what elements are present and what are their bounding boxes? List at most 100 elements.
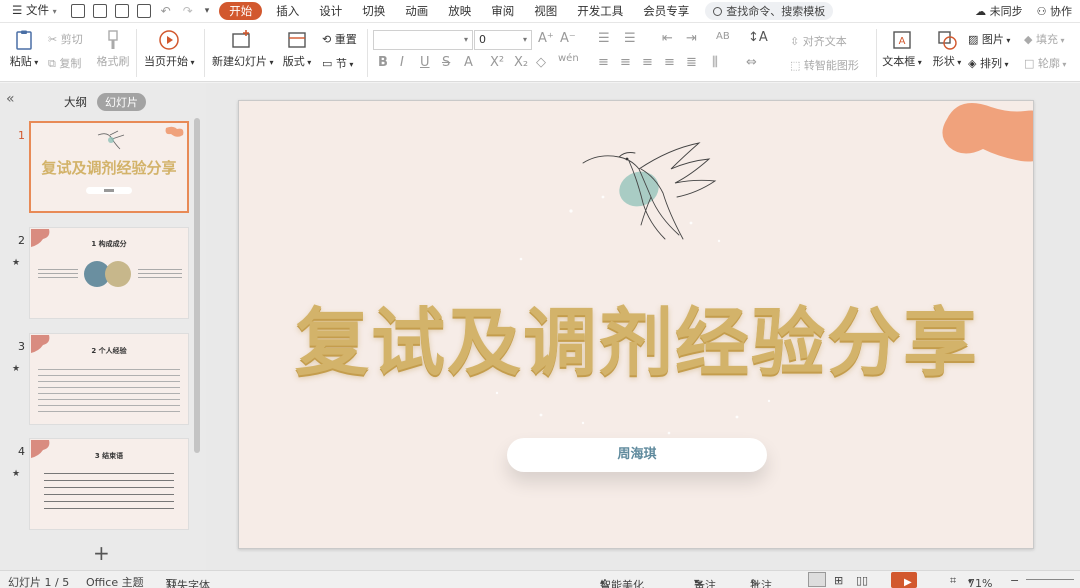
tab-design[interactable]: 设计 [309,0,352,22]
redo-icon[interactable]: ↷ [183,4,193,18]
char-spacing-icon[interactable]: ⇔ [746,55,757,70]
collab-button[interactable]: ⚇ 协作 [1037,3,1072,19]
columns-icon[interactable]: ⫼ [712,55,718,70]
line-spacing-icon[interactable]: ↕A [748,30,768,45]
export-icon[interactable] [92,4,107,18]
zoom-out-icon[interactable]: − [1010,574,1019,587]
indent-increase-icon[interactable]: ⇥ [686,31,697,46]
tab-developer[interactable]: 开发工具 [567,0,633,22]
picture-button[interactable]: ▨ 图片 ▾ [968,31,1010,47]
bullets-icon[interactable]: ☰ [598,31,610,46]
print-icon[interactable] [114,4,129,18]
tab-outline[interactable]: 大纲 [64,94,87,110]
tab-slides[interactable]: 幻灯片 [97,93,146,111]
slide-count: 幻灯片 1 / 5 [8,576,70,588]
customize-icon[interactable]: ▾ [205,6,210,16]
hamburger-icon: ☰ [12,3,26,17]
phonetic-icon[interactable]: wén [558,53,579,64]
bold-icon[interactable]: B [378,55,388,70]
grow-font-icon[interactable]: A⁺ [538,31,554,46]
clear-format-icon[interactable]: ◇ [536,55,546,70]
text-direction-icon[interactable]: AB [716,31,730,42]
search-icon [713,6,723,16]
slide-thumbnail-1[interactable]: 复试及调剂经验分享 [29,121,189,213]
smartart-button[interactable]: ⬚ 转智能图形 [790,57,859,73]
align-right-icon[interactable]: ≡ [642,55,653,70]
slide-title[interactable]: 复试及调剂经验分享 [239,283,1033,390]
align-left-icon[interactable]: ≡ [598,55,609,70]
shape-button[interactable]: 形状 ▾ [930,29,964,69]
print-preview-icon[interactable] [136,4,151,18]
shape-icon [938,31,957,50]
align-text-button[interactable]: ⇳ 对齐文本 [790,33,847,49]
panel-scrollbar[interactable] [194,118,200,453]
strikethrough-icon[interactable]: S [442,55,450,70]
thumb-title: 2 个人经验 [91,347,127,355]
font-color-icon[interactable]: A [464,55,473,70]
numbering-icon[interactable]: ☰ [624,31,636,46]
cut-button[interactable]: ✂ 剪切 [48,31,83,47]
underline-icon[interactable]: U [420,55,430,70]
divider [367,29,368,77]
thumb-title: 复试及调剂经验分享 [41,159,177,177]
slide-number: 3 [18,340,25,353]
animation-star-icon: ★ [12,469,21,479]
reading-view-icon[interactable]: ▯▯ [856,574,868,587]
fit-window-icon[interactable]: ⌗ [950,574,956,588]
subscript-icon[interactable]: X₂ [514,55,528,70]
reset-button[interactable]: ⟲ 重置 [322,31,357,47]
tab-transitions[interactable]: 切换 [352,0,395,22]
tab-home[interactable]: 开始 [219,2,263,20]
align-center-icon[interactable]: ≡ [620,55,631,70]
undo-icon[interactable]: ↶ [161,4,171,18]
textbox-icon: A [893,31,911,49]
tab-member[interactable]: 会员专享 [633,0,699,22]
divider [204,29,205,77]
tab-slideshow[interactable]: 放映 [438,0,481,22]
tab-insert[interactable]: 插入 [266,0,309,22]
collapse-panel-icon[interactable]: « [6,91,15,107]
tab-animations[interactable]: 动画 [395,0,438,22]
format-painter-button[interactable]: 格式刷 [96,29,130,69]
justify-icon[interactable]: ≡ [664,55,675,70]
indent-decrease-icon[interactable]: ⇤ [662,31,673,46]
smartart-icon: ⬚ [790,59,804,72]
copy-button[interactable]: ⧉ 复制 [48,55,81,71]
sorter-view-icon[interactable]: ⊞ [834,574,843,587]
tab-view[interactable]: 视图 [524,0,567,22]
ribbon-toolbar: 粘贴 ▾ ✂ 剪切 ⧉ 复制 格式刷 当页开始 ▾ 新建幻灯片 ▾ 版式 ▾ ⟲… [0,22,1080,82]
paste-button[interactable]: 粘贴 ▾ [8,29,40,69]
save-icon[interactable] [70,4,85,18]
brush-icon [108,30,118,49]
section-button[interactable]: ▭ 节 ▾ [322,55,353,71]
add-slide-button[interactable]: + [93,541,110,565]
zoom-slider[interactable] [1026,579,1074,580]
play-from-current-button[interactable]: 当页开始 ▾ [144,29,195,69]
superscript-icon[interactable]: X² [490,55,504,70]
current-slide[interactable]: 复试及调剂经验分享 周海琪 [238,100,1034,549]
normal-view-icon[interactable] [808,572,826,587]
tab-review[interactable]: 审阅 [481,0,524,22]
shrink-font-icon[interactable]: A⁻ [560,31,576,46]
slide-thumbnail-4[interactable]: 3 结束语 [29,438,189,530]
slide-thumbnail-2[interactable]: 1 构成成分 [29,227,189,319]
text-lines [44,467,174,511]
new-slide-button[interactable]: 新建幻灯片 ▾ [212,29,274,69]
distribute-icon[interactable]: ≣ [686,55,697,70]
fill-button[interactable]: ◆ 填充 ▾ [1024,31,1065,47]
textbox-button[interactable]: A 文本框 ▾ [882,29,922,69]
italic-icon[interactable]: I [400,55,404,70]
file-menu[interactable]: ☰ 文件 ▾ [0,0,67,23]
slide-thumbnail-3[interactable]: 2 个人经验 [29,333,189,425]
svg-text:A: A [899,36,906,47]
presenter-name[interactable]: 周海琪 [507,438,767,472]
sync-button[interactable]: ☁ 未同步 [975,3,1023,19]
command-search[interactable]: 查找命令、搜索模板 [705,2,834,20]
layout-button[interactable]: 版式 ▾ [282,29,312,69]
font-size-select[interactable]: 0 ▾ [474,30,532,50]
arrange-button[interactable]: ◈ 排列 ▾ [968,55,1009,71]
outline-button[interactable]: □ 轮廓 ▾ [1024,55,1066,71]
arrange-icon: ◈ [968,57,980,70]
font-family-select[interactable]: ▾ [373,30,473,50]
play-slideshow-button[interactable]: ▶ [891,572,917,588]
